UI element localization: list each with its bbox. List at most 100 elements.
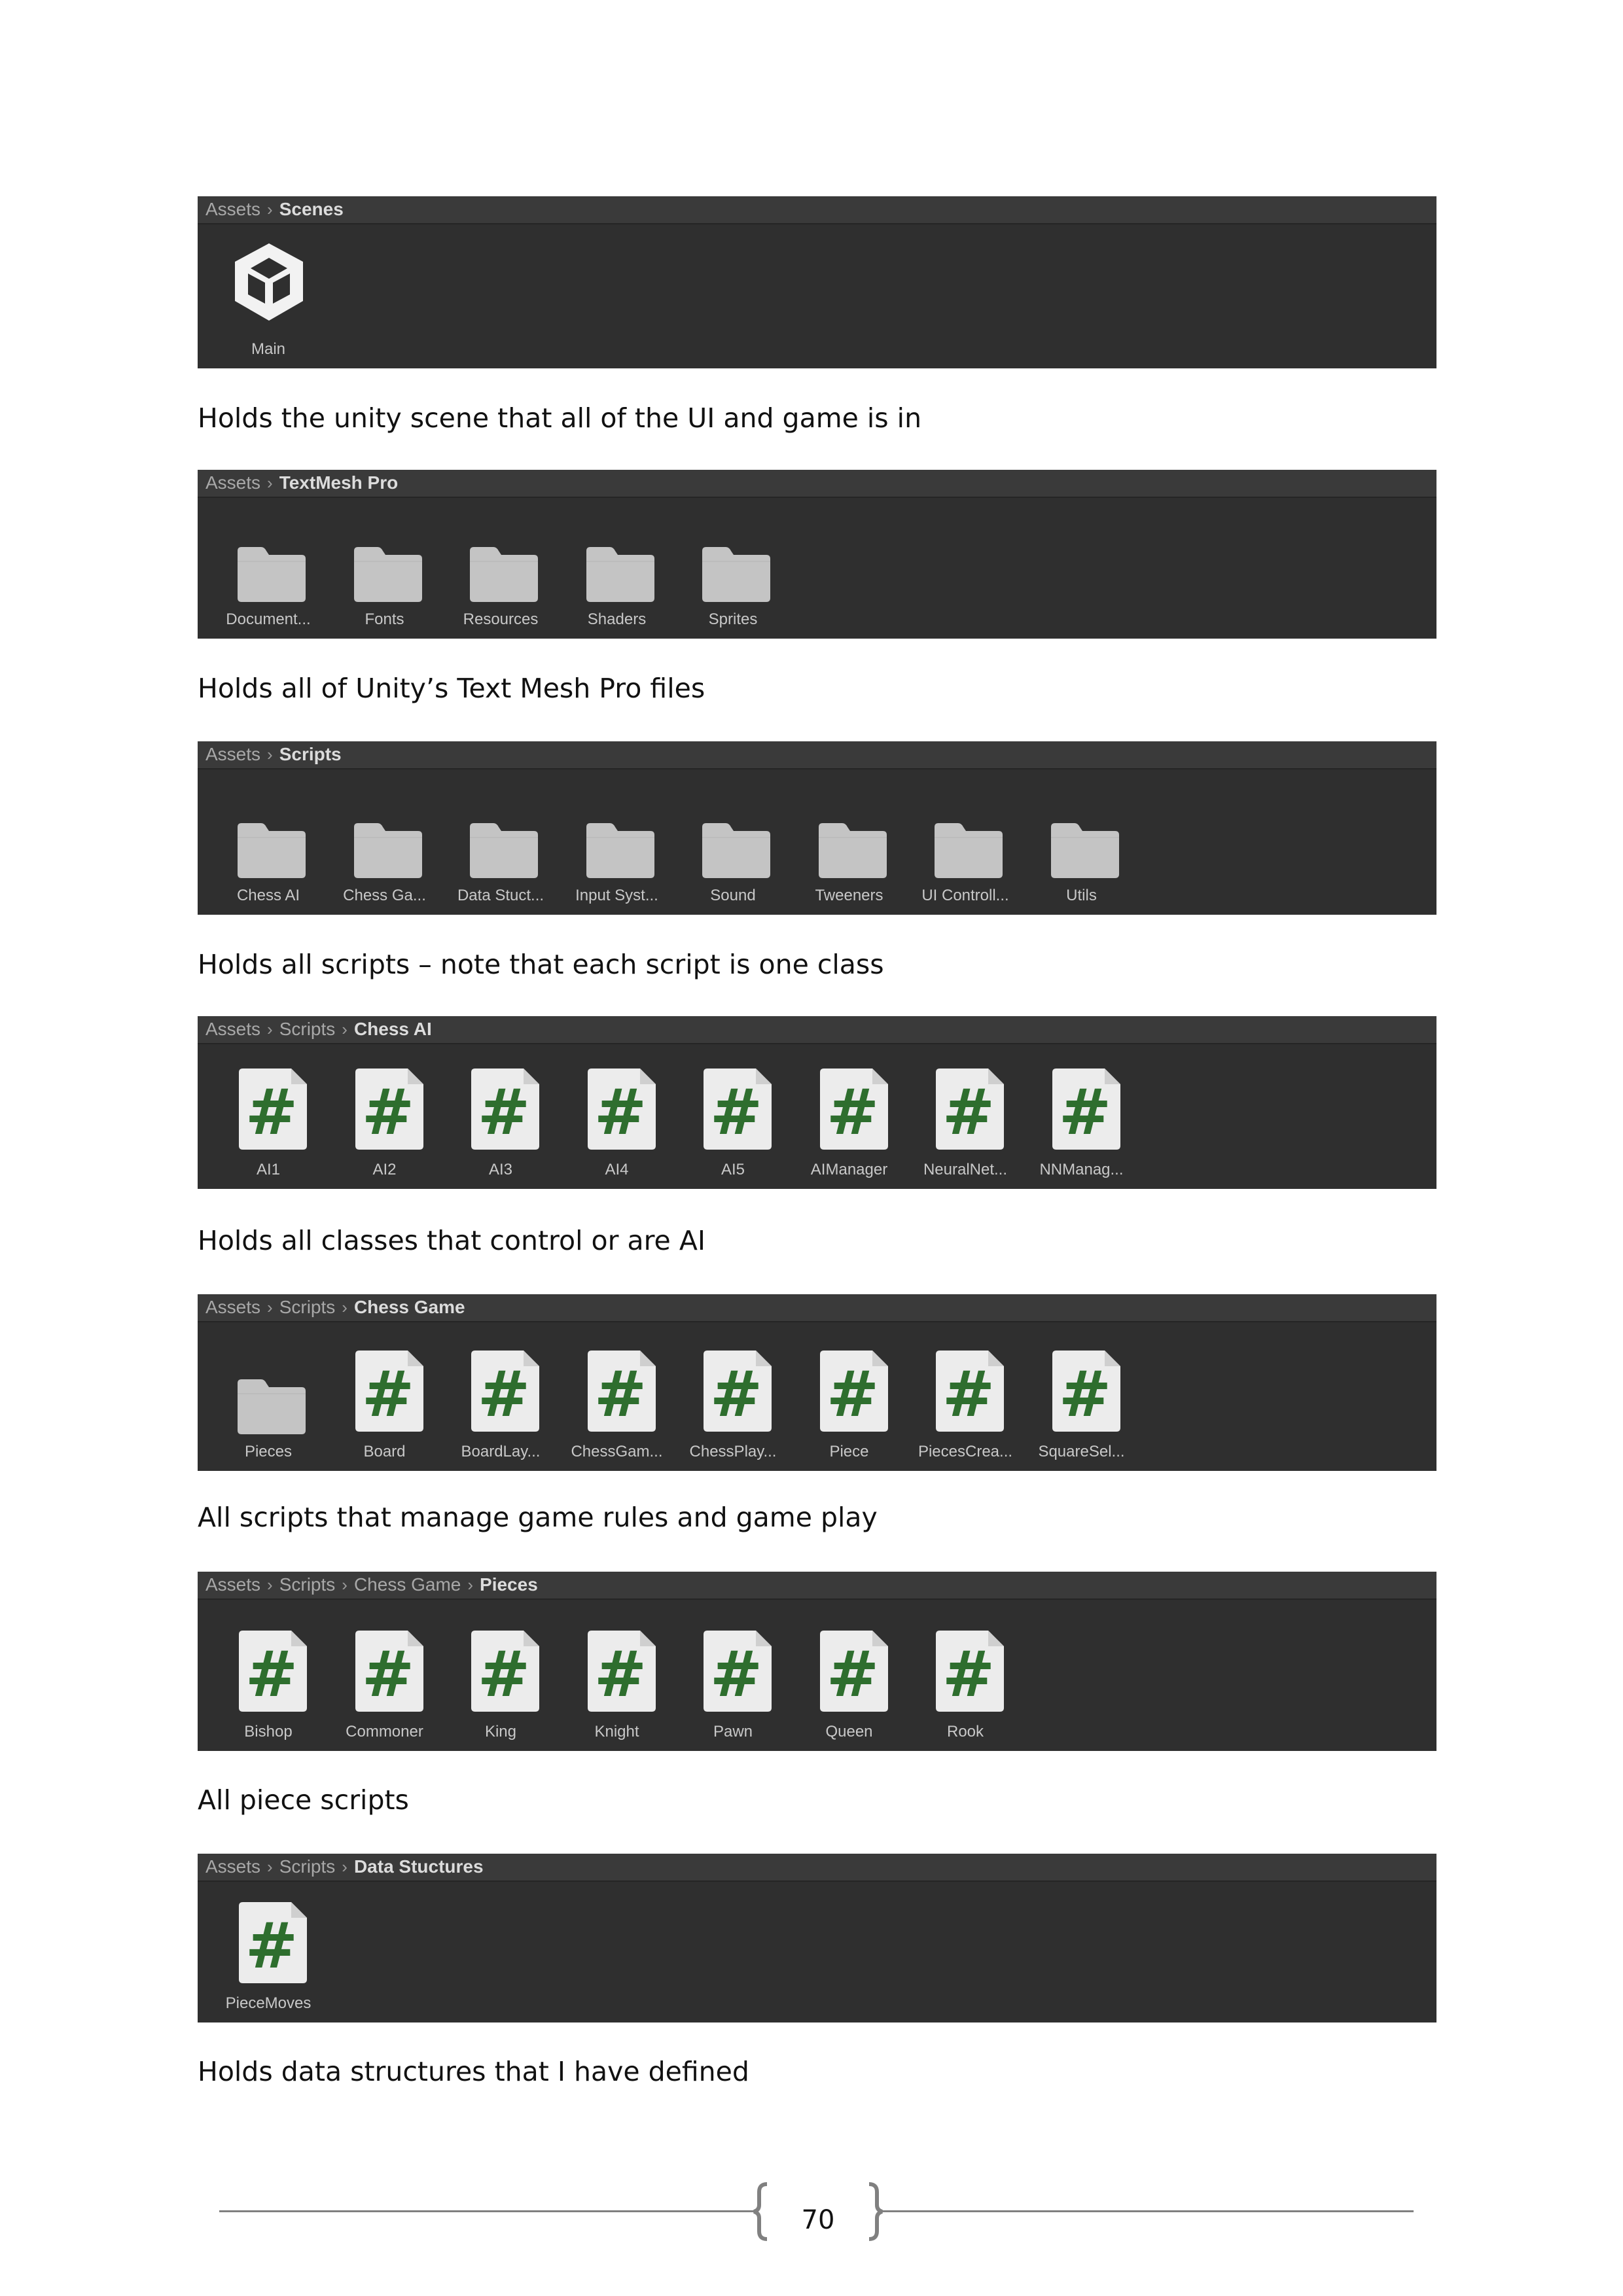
panel-caption: All scripts that manage game rules and g… [198,1502,878,1533]
svg-text:#: # [361,1358,414,1431]
folder-item[interactable]: Sprites [677,470,789,639]
item-label: King [484,1723,517,1740]
script-item[interactable]: # AI1 [213,1016,324,1189]
script-item[interactable]: # Board [329,1294,440,1471]
item-label: Main [251,340,286,358]
breadcrumb: Assets › Scripts › Data Stuctures [198,1854,1436,1882]
svg-text:#: # [245,1076,298,1149]
script-item[interactable]: # AI2 [329,1016,440,1189]
item-label: Shaders [587,610,647,628]
script-item[interactable]: # Pawn [677,1572,789,1751]
item-label: AI1 [256,1161,281,1178]
script-item[interactable]: # AI5 [677,1016,789,1189]
item-label: Data Stuct... [457,887,544,904]
item-label: AI2 [372,1161,397,1178]
item-label: Rook [946,1723,984,1740]
item-label: Fonts [365,610,404,628]
folder-item[interactable]: Resources [445,470,556,639]
panel-caption: Holds all scripts – note that each scrip… [198,949,884,980]
item-label: AI4 [605,1161,629,1178]
folder-item[interactable]: Document... [213,470,324,639]
folder-item[interactable]: Pieces [213,1294,324,1471]
svg-text:#: # [710,1638,762,1711]
item-label: Queen [825,1723,873,1740]
folder-icon [235,1375,308,1439]
csharp-script-icon: # [932,1349,1005,1436]
script-item[interactable]: # Bishop [213,1572,324,1751]
item-label: Tweeners [815,887,883,904]
panel-caption: Holds data structures that I have define… [198,2056,749,2087]
project-folder-panel: Assets › Scripts › Chess AI # AI1 # AI2 # AI3 # AI4 #… [198,1016,1436,1189]
csharp-script-icon: # [1048,1349,1122,1436]
chevron-right-icon: › [342,1857,348,1877]
item-label: AIManager [810,1161,888,1178]
svg-text:#: # [361,1638,414,1711]
item-label: Chess Ga... [343,887,426,904]
svg-text:#: # [942,1638,995,1711]
folder-item[interactable]: Sound [677,741,789,915]
panel-caption: Holds the unity scene that all of the UI… [198,402,922,434]
script-item[interactable]: # AIManager [794,1016,905,1189]
page-number: 70 [801,2205,835,2235]
script-item[interactable]: # ChessPlay... [677,1294,789,1471]
item-label: Document... [226,610,311,628]
item-label: AI3 [488,1161,513,1178]
item-label: NeuralNet... [923,1161,1008,1178]
svg-text:#: # [361,1076,414,1149]
script-item[interactable]: # Queen [794,1572,905,1751]
csharp-script-icon: # [584,1349,657,1436]
folder-item[interactable]: Utils [1026,741,1137,915]
svg-text:#: # [942,1358,995,1431]
folder-item[interactable]: Input Syst... [562,741,673,915]
script-item[interactable]: # NNManag... [1026,1016,1137,1189]
item-label: Bishop [244,1723,293,1740]
csharp-script-icon: # [932,1067,1005,1154]
script-item[interactable]: # PiecesCrea... [910,1294,1021,1471]
svg-text:#: # [826,1076,878,1149]
csharp-script-icon: # [351,1067,425,1154]
scene-item[interactable]: Main [213,196,324,368]
folder-item[interactable]: Fonts [329,470,440,639]
script-item[interactable]: # AI4 [562,1016,673,1189]
script-item[interactable]: # Rook [910,1572,1021,1751]
script-item[interactable]: # SquareSel... [1026,1294,1137,1471]
svg-text:#: # [710,1076,762,1149]
script-item[interactable]: # Knight [562,1572,673,1751]
folder-icon [816,819,889,883]
folder-item[interactable]: Data Stuct... [445,741,556,915]
svg-text:#: # [478,1358,530,1431]
folder-item[interactable]: UI Controll... [910,741,1021,915]
folder-item[interactable]: Chess Ga... [329,741,440,915]
item-label: Pawn [713,1723,753,1740]
svg-text:#: # [245,1909,298,1983]
project-folder-panel: Assets › Scripts › Chess Game Pieces # Board # Bo… [198,1294,1436,1471]
folder-icon [467,543,541,607]
panel-caption: All piece scripts [198,1784,409,1816]
script-item[interactable]: # ChessGam... [562,1294,673,1471]
folder-icon [584,819,657,883]
svg-text:#: # [710,1358,762,1431]
csharp-script-icon: # [816,1349,889,1436]
script-item[interactable]: # Piece [794,1294,905,1471]
folder-item[interactable]: Chess AI [213,741,324,915]
csharp-script-icon: # [467,1349,541,1436]
svg-text:#: # [478,1076,530,1149]
script-item[interactable]: # King [445,1572,556,1751]
script-item[interactable]: # PieceMoves [213,1854,324,2022]
csharp-script-icon: # [932,1629,1005,1716]
item-label: Sound [710,887,756,904]
folder-item[interactable]: Tweeners [794,741,905,915]
unity-scene-icon [230,241,308,329]
script-item[interactable]: # NeuralNet... [910,1016,1021,1189]
footer-rule-left [219,2210,756,2212]
script-item[interactable]: # AI3 [445,1016,556,1189]
svg-text:#: # [478,1638,530,1711]
project-folder-panel: Assets › TextMesh Pro Document... Fonts Resou… [198,470,1436,639]
script-item[interactable]: # Commoner [329,1572,440,1751]
svg-text:#: # [594,1358,646,1431]
folder-icon [235,819,308,883]
script-item[interactable]: # BoardLay... [445,1294,556,1471]
svg-text:#: # [594,1638,646,1711]
project-folder-panel: Assets › Scenes Main [198,196,1436,368]
folder-item[interactable]: Shaders [562,470,673,639]
